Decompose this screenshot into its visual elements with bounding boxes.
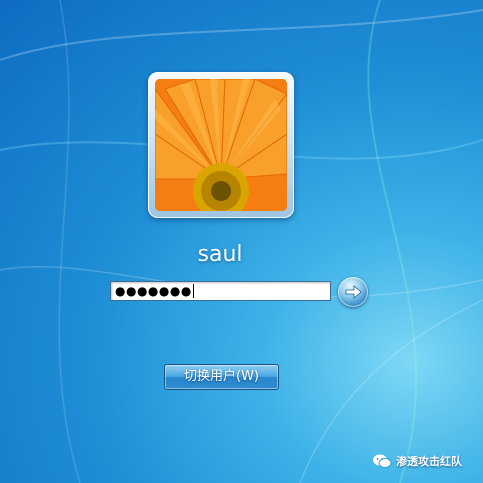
submit-login-button[interactable] — [338, 277, 368, 307]
text-caret — [192, 284, 194, 298]
watermark-text: 渗透攻击红队 — [396, 455, 462, 468]
login-screen: saul ●●●●●●● 切换用户(W) 渗透攻击红队 — [0, 0, 483, 483]
switch-user-button[interactable]: 切换用户(W) — [164, 364, 279, 390]
username-label: saul — [197, 242, 243, 267]
flower-avatar — [155, 79, 287, 211]
password-input[interactable]: ●●●●●●● — [110, 281, 331, 301]
arrow-right-icon — [345, 285, 362, 299]
watermark: 渗透攻击红队 — [372, 452, 462, 470]
password-masked-value: ●●●●●●● — [115, 284, 192, 298]
user-avatar-frame — [148, 72, 294, 218]
wechat-icon — [373, 454, 392, 468]
